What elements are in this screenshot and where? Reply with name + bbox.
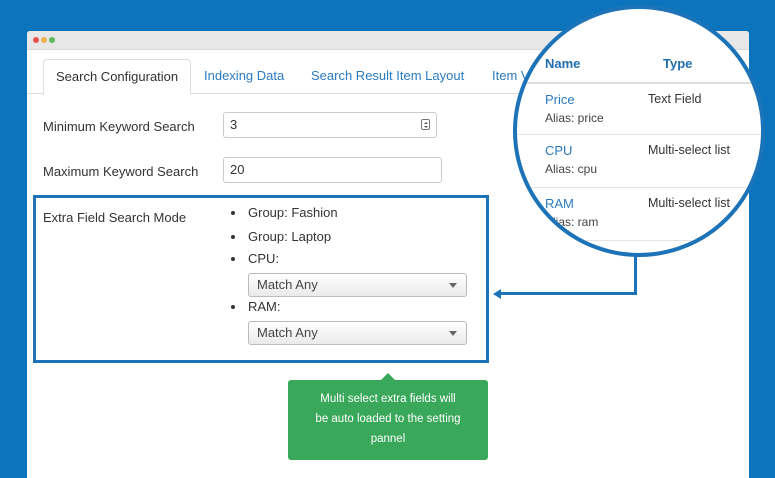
minimize-window-dot-icon[interactable] [41, 37, 47, 43]
max-keyword-label: Maximum Keyword Search [43, 164, 199, 179]
table-header: Name Type [517, 42, 761, 84]
max-keyword-input[interactable]: 20 [223, 157, 442, 183]
chevron-down-icon [449, 331, 457, 336]
column-header-type: Type [663, 56, 693, 71]
field-type: Multi-select list [648, 196, 730, 210]
max-keyword-value: 20 [230, 162, 245, 177]
spinner-icon[interactable] [421, 119, 430, 130]
table-row: Price Alias: price Text Field [517, 84, 761, 135]
chevron-down-icon [449, 283, 457, 288]
ram-select-value: Match Any [257, 325, 318, 340]
field-alias: Alias: ram [545, 215, 599, 229]
list-item-text: Group: Laptop [248, 229, 332, 244]
cpu-select-value: Match Any [257, 277, 318, 292]
tooltip-text: pannel [370, 433, 406, 445]
list-item-text: RAM: [248, 299, 281, 314]
close-window-dot-icon[interactable] [33, 37, 39, 43]
bullet-icon [231, 257, 235, 261]
table-row: RAM Alias: ram Multi-select list [517, 188, 761, 241]
field-alias: Alias: cpu [545, 162, 598, 176]
extra-field-mode-label: Extra Field Search Mode [43, 210, 187, 225]
field-name-link[interactable]: CPU [545, 143, 572, 158]
column-header-name: Name [545, 56, 581, 71]
bullet-icon [231, 211, 235, 215]
field-type: Multi-select list [648, 143, 730, 157]
tooltip-text: be auto loaded to the setting [315, 413, 461, 425]
cpu-match-select[interactable]: Match Any [248, 273, 467, 297]
connector-line [500, 292, 637, 295]
field-name-link[interactable]: RAM [545, 196, 574, 211]
tab-search-result-item-layout[interactable]: Search Result Item Layout [311, 59, 464, 93]
tab-search-configuration[interactable]: Search Configuration [43, 59, 192, 95]
tooltip-pointer [381, 373, 395, 380]
min-keyword-label: Minimum Keyword Search [43, 119, 195, 134]
min-keyword-value: 3 [230, 117, 238, 132]
field-name-link[interactable]: Price [545, 92, 575, 107]
arrow-left-icon [493, 289, 501, 299]
bullet-icon [231, 305, 235, 309]
magnifier-callout: Name Type Price Alias: price Text Field … [513, 5, 765, 257]
field-type: Text Field [648, 92, 702, 106]
list-item-text: Group: Fashion [248, 205, 338, 220]
info-tooltip: Multi select extra fields will be auto l… [288, 380, 488, 460]
list-item-text: CPU: [248, 251, 280, 266]
table-row: CPU Alias: cpu Multi-select list [517, 135, 761, 188]
ram-match-select[interactable]: Match Any [248, 321, 467, 345]
maximize-window-dot-icon[interactable] [49, 37, 55, 43]
tab-indexing-data[interactable]: Indexing Data [204, 59, 284, 93]
field-alias: Alias: price [545, 111, 604, 125]
min-keyword-input[interactable]: 3 [223, 112, 437, 138]
tooltip-text: Multi select extra fields will [320, 393, 456, 405]
connector-line [634, 252, 637, 295]
bullet-icon [231, 235, 235, 239]
